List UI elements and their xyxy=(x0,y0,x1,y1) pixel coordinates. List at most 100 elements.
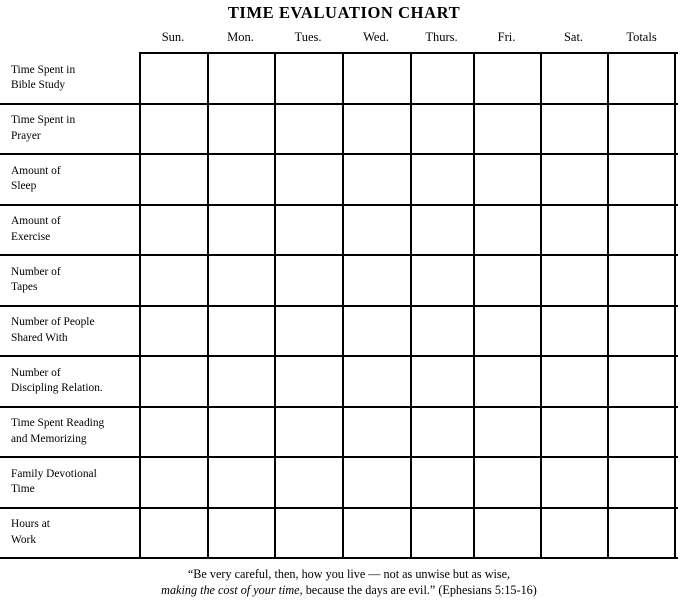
table-cell[interactable] xyxy=(342,356,410,407)
table-cell[interactable] xyxy=(607,204,676,255)
table-cell[interactable] xyxy=(410,204,473,255)
table-cell[interactable] xyxy=(139,406,207,457)
table-cell[interactable] xyxy=(207,305,274,356)
table-cell[interactable] xyxy=(274,507,342,558)
table-cell[interactable] xyxy=(473,507,540,558)
column-header-tues: Tues. xyxy=(294,30,322,44)
row-label-line-2: and Memorizing xyxy=(11,432,87,445)
table-cell[interactable] xyxy=(540,204,607,255)
table-cell[interactable] xyxy=(139,204,207,255)
table-cell[interactable] xyxy=(207,255,274,306)
table-cell[interactable] xyxy=(139,305,207,356)
table-cell[interactable] xyxy=(274,154,342,205)
table-cell[interactable] xyxy=(473,356,540,407)
table-cell[interactable] xyxy=(473,305,540,356)
column-header-mon: Mon. xyxy=(227,30,254,44)
table-cell[interactable] xyxy=(607,53,676,104)
table-cell[interactable] xyxy=(607,457,676,508)
table-cell[interactable] xyxy=(473,406,540,457)
table-cell[interactable] xyxy=(540,305,607,356)
table-cell[interactable] xyxy=(274,204,342,255)
table-cell[interactable] xyxy=(207,507,274,558)
table-cell[interactable] xyxy=(540,507,607,558)
table-cell[interactable] xyxy=(207,356,274,407)
table-cell[interactable] xyxy=(410,103,473,154)
table-cell[interactable] xyxy=(207,204,274,255)
table-cell[interactable] xyxy=(342,53,410,104)
table-row: Amount of Sleep xyxy=(0,154,678,205)
table-cell[interactable] xyxy=(274,53,342,104)
table-cell[interactable] xyxy=(274,356,342,407)
table-cell[interactable] xyxy=(410,305,473,356)
scripture-quote: “Be very careful, then, how you live — n… xyxy=(0,566,698,598)
table-cell[interactable] xyxy=(274,103,342,154)
table-cell[interactable] xyxy=(473,457,540,508)
table-cell[interactable] xyxy=(139,53,207,104)
table-cell[interactable] xyxy=(607,255,676,306)
table-cell[interactable] xyxy=(139,255,207,306)
table-cell[interactable] xyxy=(410,457,473,508)
table-cell[interactable] xyxy=(274,305,342,356)
row-label: Amount of Sleep xyxy=(0,154,139,205)
table-cell[interactable] xyxy=(139,507,207,558)
column-header-totals: Totals xyxy=(626,30,657,44)
table-cell[interactable] xyxy=(540,103,607,154)
table-cell[interactable] xyxy=(410,356,473,407)
table-cell[interactable] xyxy=(607,507,676,558)
table-cell[interactable] xyxy=(139,103,207,154)
table-cell[interactable] xyxy=(207,406,274,457)
row-label: Number of Tapes xyxy=(0,255,139,306)
table-cell[interactable] xyxy=(410,507,473,558)
table-cell[interactable] xyxy=(342,103,410,154)
table-cell[interactable] xyxy=(342,204,410,255)
table-cell[interactable] xyxy=(342,255,410,306)
table-cell[interactable] xyxy=(274,406,342,457)
table-cell[interactable] xyxy=(139,356,207,407)
table-cell[interactable] xyxy=(274,457,342,508)
row-label-line-2: Work xyxy=(11,533,37,546)
table-cell[interactable] xyxy=(473,154,540,205)
table-cell[interactable] xyxy=(342,406,410,457)
table-cell[interactable] xyxy=(207,154,274,205)
row-label: Family Devotional Time xyxy=(0,457,139,508)
table-cell[interactable] xyxy=(473,255,540,306)
table-cell[interactable] xyxy=(342,507,410,558)
table-cell[interactable] xyxy=(540,356,607,407)
table-cell[interactable] xyxy=(410,406,473,457)
table-cell[interactable] xyxy=(139,154,207,205)
table-cell[interactable] xyxy=(473,53,540,104)
grid-rule xyxy=(0,153,678,155)
table-cell[interactable] xyxy=(342,154,410,205)
row-label-line-2: Discipling Relation. xyxy=(11,382,103,395)
table-cell[interactable] xyxy=(607,103,676,154)
table-cell[interactable] xyxy=(540,255,607,306)
quote-line-2-rest: , because the days are evil.” (Ephesians… xyxy=(299,583,537,597)
table-row: Number of Discipling Relation. xyxy=(0,356,678,407)
table-cell[interactable] xyxy=(607,154,676,205)
table-cell[interactable] xyxy=(139,457,207,508)
table-cell[interactable] xyxy=(540,53,607,104)
table-cell[interactable] xyxy=(473,204,540,255)
table-cell[interactable] xyxy=(207,103,274,154)
table-cell[interactable] xyxy=(607,406,676,457)
table-cell[interactable] xyxy=(274,255,342,306)
grid-rule xyxy=(0,506,678,509)
row-label: Time Spent in Prayer xyxy=(0,104,139,155)
table-cell[interactable] xyxy=(410,53,473,104)
table-cell[interactable] xyxy=(540,457,607,508)
table-cell[interactable] xyxy=(207,457,274,508)
table-cell[interactable] xyxy=(473,103,540,154)
table-cell[interactable] xyxy=(540,154,607,205)
grid-rule xyxy=(0,557,678,559)
table-cell[interactable] xyxy=(540,406,607,457)
table-cell[interactable] xyxy=(342,305,410,356)
table-cell[interactable] xyxy=(342,457,410,508)
table-cell[interactable] xyxy=(607,356,676,407)
table-cell[interactable] xyxy=(607,305,676,356)
row-label-line-1: Number of xyxy=(11,366,61,379)
grid-rule xyxy=(139,52,678,54)
table-cell[interactable] xyxy=(410,154,473,205)
table-cell[interactable] xyxy=(410,255,473,306)
table-cell[interactable] xyxy=(207,53,274,104)
grid-rule xyxy=(0,355,678,357)
